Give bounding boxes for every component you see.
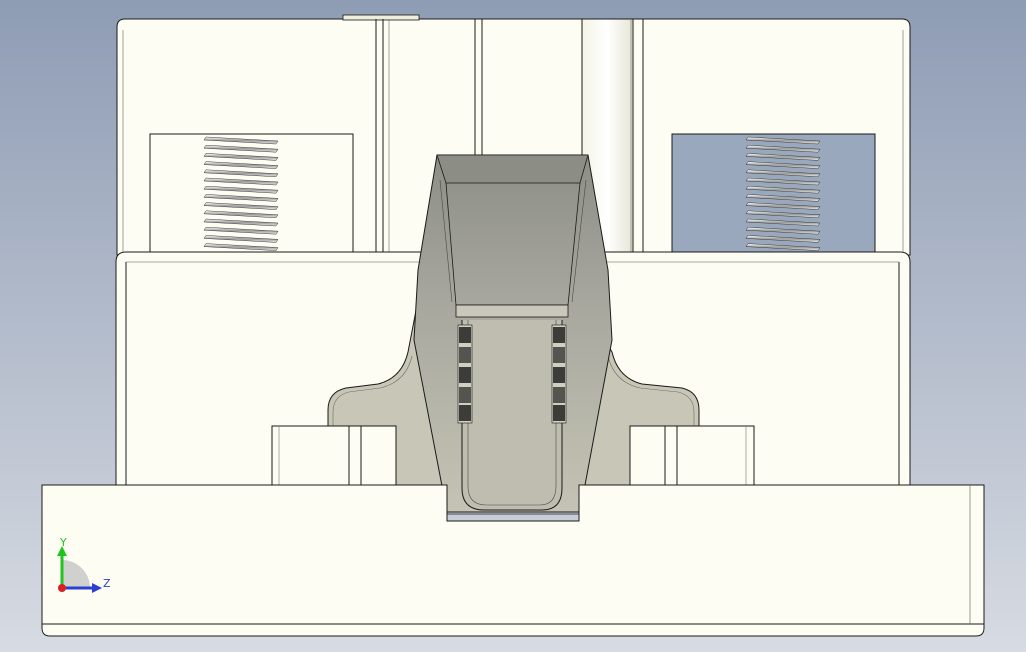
x-axis-point	[58, 584, 66, 592]
support-block-right[interactable]	[629, 425, 755, 486]
threaded-pocket-right[interactable]	[671, 133, 876, 256]
spring-clip[interactable]	[413, 154, 613, 513]
y-axis-label: Y	[59, 536, 67, 549]
cad-graphics-viewport[interactable]: Y Z	[0, 0, 1026, 652]
clip-teeth-right	[551, 324, 567, 424]
support-block-left[interactable]	[271, 425, 397, 486]
cad-model-front-view[interactable]: Y Z	[0, 0, 1026, 652]
clip-teeth-left	[457, 324, 473, 424]
z-axis-label: Z	[103, 577, 111, 590]
threaded-pocket-left[interactable]	[149, 133, 354, 256]
